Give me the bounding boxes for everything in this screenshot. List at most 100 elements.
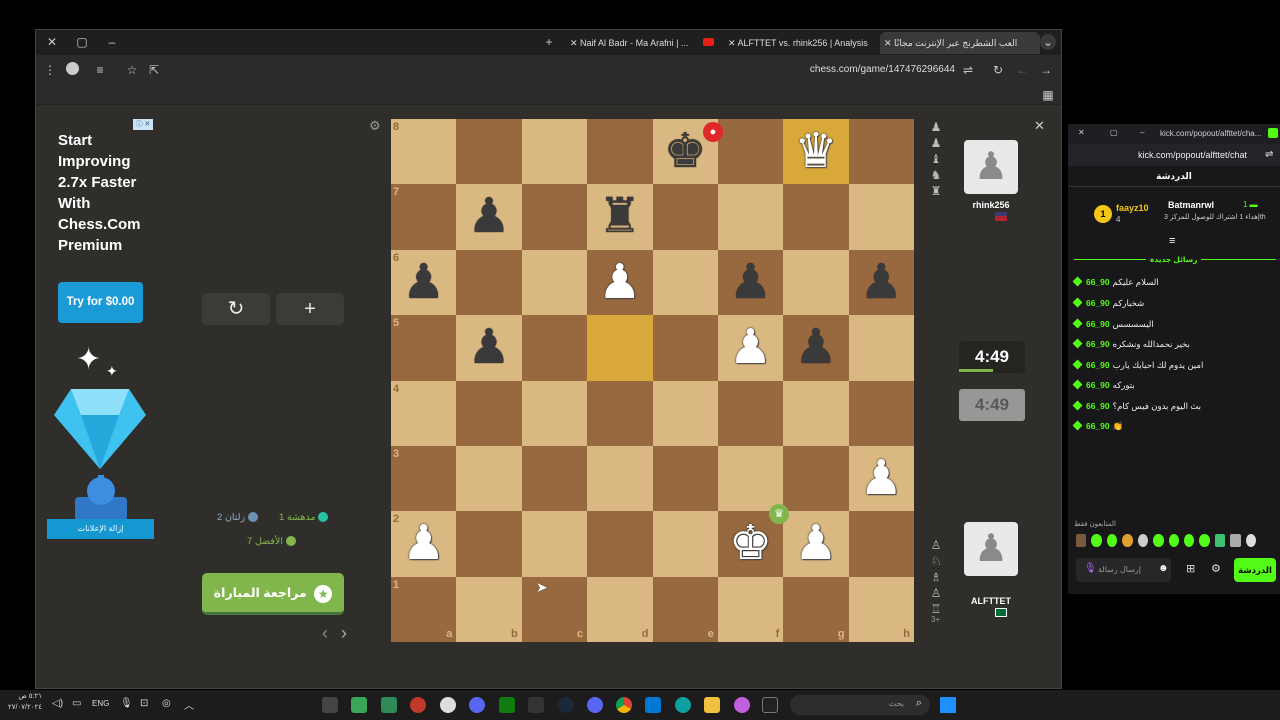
square-f6[interactable]: ♟ — [717, 249, 784, 316]
square-f3[interactable] — [717, 445, 784, 512]
square-d7[interactable]: ♜ — [587, 184, 653, 250]
reload-icon[interactable]: ↻ — [990, 62, 1006, 78]
square-b6[interactable] — [456, 249, 522, 316]
kick-chat-tab[interactable]: الدردشة — [1068, 171, 1280, 182]
avatar-top[interactable]: ♟ — [964, 140, 1018, 194]
back-icon[interactable]: → — [1038, 62, 1054, 78]
white-pawn-piece[interactable]: ♟ — [587, 250, 652, 315]
emote-icon[interactable] — [1230, 534, 1241, 547]
kick-max-icon[interactable]: ▢ — [1110, 128, 1118, 137]
start-icon[interactable] — [940, 697, 956, 713]
kick-settings-icon[interactable]: ⇌ — [1265, 149, 1273, 160]
copilot-icon[interactable] — [734, 697, 750, 713]
square-g8[interactable]: ♛ — [783, 119, 849, 185]
discord-icon[interactable] — [469, 697, 485, 713]
square-e4[interactable] — [652, 380, 718, 446]
tab-music[interactable]: ✕ Naif Al Badr - Ma Arafni | ... — [566, 32, 718, 54]
square-b1[interactable]: b — [456, 576, 522, 642]
emote-icon[interactable] — [1153, 534, 1164, 547]
square-h3[interactable]: ♟ — [848, 445, 914, 512]
tab-close-icon[interactable]: ✕ — [570, 38, 580, 48]
kick-url[interactable]: kick.com/popout/alfttet/chat — [1138, 150, 1247, 160]
file-explorer-icon[interactable] — [704, 697, 720, 713]
chat-user[interactable]: 66_90 — [1086, 298, 1110, 308]
game-review-button[interactable]: مراجعة المباراة ★ — [202, 573, 344, 615]
maximize-icon[interactable]: ▢ — [74, 34, 90, 50]
square-d2[interactable] — [587, 511, 653, 577]
xbox-icon[interactable] — [499, 697, 515, 713]
mic-tray-icon[interactable]: 🎙 — [120, 698, 133, 709]
app-icon[interactable] — [351, 697, 367, 713]
square-g2[interactable]: ♟ — [783, 511, 849, 577]
chat-user[interactable]: 66_90 — [1086, 277, 1110, 287]
volume-icon[interactable]: ◁) — [52, 698, 63, 709]
black-pawn-piece[interactable]: ♟ — [783, 315, 848, 380]
square-f7[interactable] — [717, 184, 784, 250]
emote-icon[interactable] — [1245, 534, 1257, 547]
player-bottom-name[interactable]: ALFTTET — [951, 596, 1031, 606]
edge-icon[interactable] — [675, 697, 691, 713]
black-pawn-piece[interactable]: ♟ — [456, 184, 521, 249]
emote-icon[interactable] — [1137, 534, 1149, 547]
tray-app-icon[interactable]: ⊡ — [140, 698, 148, 709]
square-f4[interactable] — [717, 380, 784, 446]
square-b2[interactable] — [456, 511, 522, 577]
app-icon[interactable] — [587, 697, 603, 713]
square-h1[interactable]: h — [848, 576, 914, 642]
square-b4[interactable] — [456, 380, 522, 446]
emote-icon[interactable] — [1214, 534, 1226, 547]
profile-icon[interactable] — [66, 62, 79, 75]
square-a7[interactable]: 7 — [391, 184, 457, 250]
microphone-icon[interactable]: 🎙 — [1084, 563, 1097, 574]
white-pawn-piece[interactable]: ♟ — [391, 511, 456, 576]
minimize-icon[interactable]: – — [104, 34, 120, 50]
prev-move-icon[interactable]: ‹ — [322, 623, 328, 644]
square-h2[interactable] — [848, 511, 914, 577]
next-move-icon[interactable]: › — [341, 623, 347, 644]
square-a1[interactable]: 1a — [391, 576, 457, 642]
square-f1[interactable]: f — [717, 576, 784, 642]
square-b5[interactable]: ♟ — [456, 315, 522, 381]
square-c7[interactable] — [521, 184, 588, 250]
gifter-name[interactable]: faayz10 — [1116, 203, 1149, 213]
show-hidden-icons[interactable]: ︿ — [184, 697, 194, 712]
remove-ads-banner[interactable]: إزالة الإعلانات — [47, 519, 154, 539]
white-pawn-piece[interactable]: ♟ — [849, 446, 914, 511]
close-window-icon[interactable]: ✕ — [44, 34, 60, 50]
emote-icon[interactable] — [1199, 534, 1210, 547]
square-a2[interactable]: 2 ♟ — [391, 511, 457, 577]
square-g1[interactable]: g — [783, 576, 849, 642]
square-g4[interactable] — [783, 380, 849, 446]
square-f5[interactable]: ♟ — [717, 315, 784, 381]
square-e7[interactable] — [652, 184, 718, 250]
square-a8[interactable]: 8 — [391, 119, 457, 185]
chat-user[interactable]: 66_90 — [1086, 319, 1110, 329]
gift-icon[interactable]: ⊞ — [1186, 562, 1195, 575]
square-g3[interactable] — [783, 445, 849, 512]
square-h6[interactable]: ♟ — [848, 249, 914, 316]
store-icon[interactable] — [645, 697, 661, 713]
network-icon[interactable]: ▭ — [72, 698, 81, 709]
tray-app-icon[interactable]: ◎ — [162, 698, 171, 709]
pinned-user[interactable]: Batmanrwl — [1168, 200, 1214, 210]
call-of-duty-icon[interactable] — [322, 697, 338, 713]
square-c4[interactable] — [521, 380, 588, 446]
chat-input[interactable]: 🎙 إرسال رسالة ☻ — [1076, 558, 1171, 582]
new-game-button[interactable]: + — [276, 293, 344, 325]
square-e5[interactable] — [652, 315, 718, 381]
apps-grid-icon[interactable]: ▦ — [1040, 87, 1056, 103]
search-box[interactable]: بحث ⌕ — [790, 695, 930, 715]
square-g5[interactable]: ♟ — [783, 315, 849, 381]
square-h4[interactable] — [848, 380, 914, 446]
square-h7[interactable] — [848, 184, 914, 250]
square-c3[interactable] — [521, 445, 588, 512]
emote-icon[interactable] — [1122, 534, 1133, 547]
square-b3[interactable] — [456, 445, 522, 512]
chat-user[interactable]: 66_90 — [1086, 421, 1110, 431]
share-icon[interactable]: ⇱ — [146, 62, 162, 78]
square-d4[interactable] — [587, 380, 653, 446]
square-a6[interactable]: 6 ♟ — [391, 249, 457, 316]
white-queen-piece[interactable]: ♛ — [783, 119, 848, 184]
site-settings-icon[interactable]: ⇌ — [960, 62, 976, 78]
square-a3[interactable]: 3 — [391, 445, 457, 512]
